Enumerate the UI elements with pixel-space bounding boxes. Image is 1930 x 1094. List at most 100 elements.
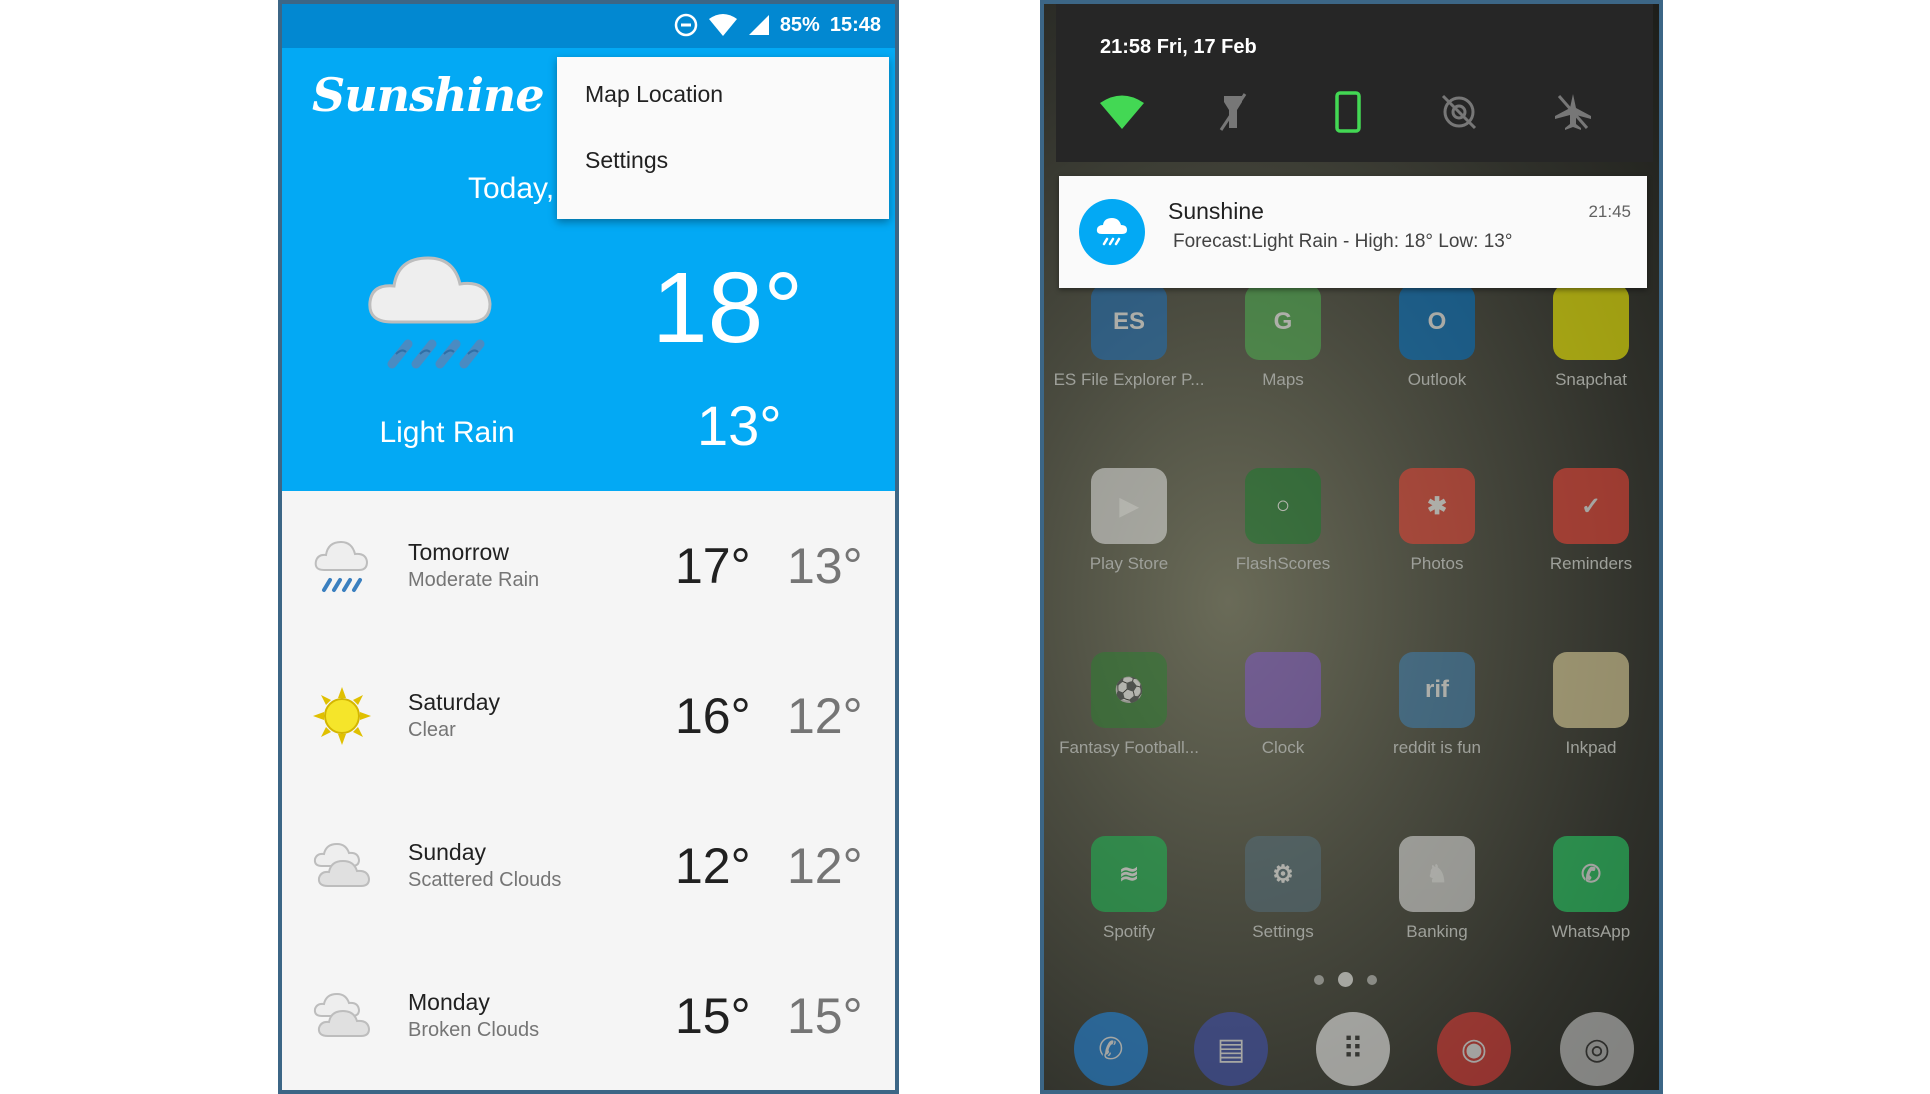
forecast-condition: Scattered Clouds	[408, 869, 562, 891]
app-shortcut[interactable]: ⚽ Fantasy Football...	[1052, 652, 1206, 758]
today-label: Today,	[468, 172, 555, 205]
light-rain-icon	[362, 244, 512, 388]
page-dot[interactable]	[1314, 974, 1324, 985]
rain-icon	[312, 536, 372, 600]
app-icon: O	[1399, 284, 1475, 360]
forecast-row[interactable]: Sunday Scattered Clouds 12° 12°	[282, 791, 895, 941]
app-icon: ⚽	[1091, 652, 1167, 728]
app-icon: ≋	[1091, 836, 1167, 912]
app-icon: ♞	[1399, 836, 1475, 912]
page-indicator	[1314, 972, 1377, 987]
overflow-menu: Map Location Settings	[557, 57, 889, 219]
forecast-day: Sunday	[408, 839, 487, 865]
forecast-condition: Clear	[408, 719, 456, 741]
app-shortcut[interactable]: ✱ Photos	[1360, 468, 1514, 574]
forecast-day: Tomorrow	[408, 539, 509, 565]
app-label: reddit is fun	[1393, 738, 1481, 757]
phone-icon[interactable]: ✆	[1074, 1012, 1148, 1086]
app-shortcut[interactable]: ▶ Play Store	[1052, 468, 1206, 574]
do-not-disturb-icon	[674, 13, 698, 37]
app-logo: Sunshine	[312, 68, 545, 122]
app-shortcut[interactable]: Snapchat	[1514, 284, 1659, 390]
notification-time: 21:45	[1588, 202, 1631, 221]
app-label: Outlook	[1407, 370, 1467, 389]
airplane-mode-toggle-icon[interactable]	[1543, 82, 1603, 142]
app-shortcut[interactable]: ○ FlashScores	[1206, 468, 1360, 574]
menu-item-map-location[interactable]: Map Location	[585, 81, 723, 108]
forecast-day: Saturday	[408, 689, 501, 715]
app-icon: ✓	[1553, 468, 1629, 544]
app-label: WhatsApp	[1551, 922, 1631, 941]
messages-icon[interactable]: ▤	[1194, 1012, 1268, 1086]
today-description: Light Rain	[379, 416, 515, 449]
app-label: Clock	[1261, 738, 1305, 757]
forecast-low: 12°	[787, 838, 863, 894]
notification-weather-icon	[1079, 199, 1145, 265]
wifi-toggle-icon[interactable]	[1092, 82, 1152, 142]
app-label: Snapchat	[1555, 370, 1627, 389]
app-icon: ES	[1091, 284, 1167, 360]
page-dot-active[interactable]	[1338, 972, 1353, 987]
cell-signal-icon	[748, 14, 770, 36]
page-dot[interactable]	[1367, 974, 1377, 985]
home-screen-with-notification: ES ES File Explorer P... G Maps O Outlook Snap…	[1040, 0, 1663, 1094]
battery-percent: 85%	[779, 13, 820, 36]
chrome-icon[interactable]: ◉	[1437, 1012, 1511, 1086]
today-low: 13°	[697, 394, 782, 457]
sunshine-notification[interactable]: Sunshine 21:45 Forecast:Light Rain - Hig…	[1059, 176, 1647, 288]
app-shortcut[interactable]: ⚙ Settings	[1206, 836, 1360, 942]
app-label: Fantasy Football...	[1059, 738, 1199, 757]
app-icon	[1553, 652, 1629, 728]
app-shortcut[interactable]: Inkpad	[1514, 652, 1659, 758]
app-shortcut[interactable]: ♞ Banking	[1360, 836, 1514, 942]
app-label: Spotify	[1103, 922, 1155, 941]
app-icon	[1245, 652, 1321, 728]
forecast-row[interactable]: Tomorrow Moderate Rain 17° 13°	[282, 491, 895, 641]
app-icon: G	[1245, 284, 1321, 360]
app-icon: ▶	[1091, 468, 1167, 544]
app-label: Photos	[1410, 554, 1464, 573]
forecast-high: 15°	[675, 988, 751, 1044]
app-label: Maps	[1262, 370, 1304, 389]
app-shortcut[interactable]: rif reddit is fun	[1360, 652, 1514, 758]
app-grid: ES ES File Explorer P... G Maps O Outlook Snap…	[1044, 4, 1659, 1090]
app-label: Play Store	[1089, 554, 1169, 573]
status-time: 15:48	[829, 13, 881, 36]
forecast-day: Monday	[408, 989, 490, 1015]
flashlight-toggle-icon[interactable]	[1203, 82, 1263, 142]
app-label: Inkpad	[1565, 738, 1617, 757]
app-label: FlashScores	[1235, 554, 1331, 573]
notification-text: Forecast:Light Rain - High: 18° Low: 13°	[1173, 231, 1513, 252]
location-toggle-icon[interactable]	[1429, 82, 1489, 142]
menu-item-settings[interactable]: Settings	[585, 147, 668, 174]
forecast-row[interactable]: Monday Broken Clouds 15° 15°	[282, 941, 895, 1090]
rotation-toggle-icon[interactable]	[1318, 82, 1378, 142]
app-shortcut[interactable]: ✓ Reminders	[1514, 468, 1659, 574]
app-shortcut[interactable]: O Outlook	[1360, 284, 1514, 390]
forecast-high: 17°	[675, 538, 751, 594]
app-shortcut[interactable]: ✆ WhatsApp	[1514, 836, 1659, 942]
app-shortcut[interactable]: Clock	[1206, 652, 1360, 758]
app-label: ES File Explorer P...	[1053, 370, 1205, 389]
app-icon: ○	[1245, 468, 1321, 544]
notification-shade: 21:58 Fri, 17 Feb	[1056, 4, 1653, 162]
forecast-low: 12°	[787, 688, 863, 744]
cloud-icon	[312, 836, 372, 900]
quick-settings-row	[1056, 82, 1653, 142]
forecast-row[interactable]: Saturday Clear 16° 12°	[282, 641, 895, 791]
app-label: Banking	[1406, 922, 1468, 941]
cloud-icon	[312, 986, 372, 1050]
notification-title: Sunshine	[1168, 198, 1264, 224]
app-icon: ⚙	[1245, 836, 1321, 912]
camera-icon[interactable]: ◎	[1560, 1012, 1634, 1086]
sun-icon	[312, 686, 372, 750]
dock: ✆ ▤ ⠿ ◉ ◎	[1044, 1004, 1659, 1090]
app-shortcut[interactable]: ES ES File Explorer P...	[1052, 284, 1206, 390]
app-shortcut[interactable]: G Maps	[1206, 284, 1360, 390]
forecast-low: 15°	[787, 988, 863, 1044]
app-drawer-icon[interactable]: ⠿	[1316, 1012, 1390, 1086]
forecast-low: 13°	[787, 538, 863, 594]
app-label: Settings	[1252, 922, 1314, 941]
app-icon: ✆	[1553, 836, 1629, 912]
app-shortcut[interactable]: ≋ Spotify	[1052, 836, 1206, 942]
